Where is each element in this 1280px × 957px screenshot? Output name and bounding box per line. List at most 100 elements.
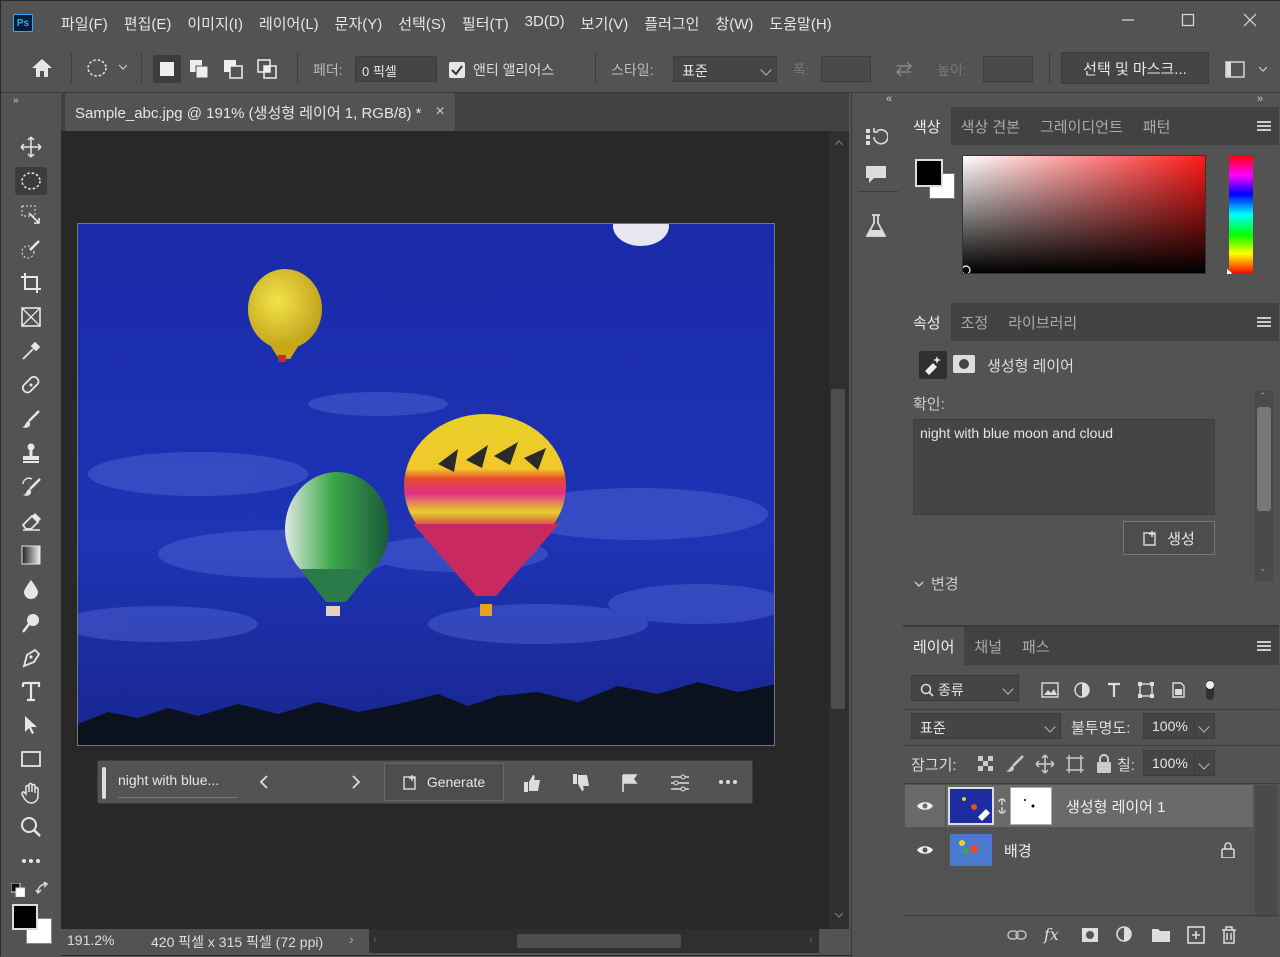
elliptical-marquee-preset-icon[interactable] — [85, 57, 127, 79]
rectangle-tool-icon[interactable] — [15, 745, 47, 773]
collapse-right-panels-icon[interactable]: » — [1257, 93, 1263, 105]
height-input[interactable] — [983, 56, 1033, 82]
frame-tool-icon[interactable] — [15, 303, 47, 331]
vertical-scrollbar[interactable] — [829, 131, 849, 929]
lock-artboard-icon[interactable] — [1065, 754, 1085, 774]
properties-generate-button[interactable]: 생성 — [1123, 521, 1215, 555]
style-select[interactable]: 표준 — [673, 56, 777, 82]
thumbs-down-icon[interactable] — [571, 773, 591, 793]
close-button[interactable] — [1235, 9, 1265, 31]
layer-row-background[interactable]: 배경 — [905, 829, 1253, 871]
lock-all-icon[interactable] — [1095, 754, 1113, 774]
eyedropper-tool-icon[interactable] — [15, 337, 47, 365]
filter-shape-icon[interactable] — [1137, 681, 1155, 699]
eraser-tool-icon[interactable] — [15, 507, 47, 535]
prompt-textarea[interactable]: night with blue moon and cloud — [913, 419, 1215, 515]
close-tab-icon[interactable]: × — [436, 103, 445, 121]
delete-layer-trash-icon[interactable] — [1221, 926, 1237, 944]
workspace-icon[interactable] — [1225, 61, 1267, 79]
menu-item[interactable]: 플러그인 — [636, 13, 707, 34]
brush-tool-icon[interactable] — [15, 405, 47, 433]
history-panel-icon[interactable] — [864, 125, 888, 149]
menu-item[interactable]: 3D(D) — [517, 13, 573, 34]
tab-paths[interactable]: 패스 — [1012, 627, 1060, 665]
clone-stamp-tool-icon[interactable] — [15, 439, 47, 467]
dodge-tool-icon[interactable] — [15, 609, 47, 637]
spot-healing-tool-icon[interactable] — [15, 371, 47, 399]
mask-icon[interactable] — [953, 355, 975, 373]
tab-patterns[interactable]: 패턴 — [1133, 107, 1181, 145]
home-icon[interactable] — [29, 57, 55, 79]
more-options-icon[interactable] — [718, 779, 738, 785]
scroll-down-icon[interactable] — [834, 911, 844, 921]
new-layer-icon[interactable] — [1187, 926, 1205, 944]
zoom-level[interactable]: 191.2% — [67, 932, 114, 948]
elliptical-marquee-tool-icon[interactable] — [15, 167, 47, 195]
crop-tool-icon[interactable] — [15, 269, 47, 297]
quick-selection-tool-icon[interactable] — [15, 235, 47, 263]
menu-item[interactable]: 파일(F) — [53, 13, 116, 34]
filter-pixel-icon[interactable] — [1041, 682, 1059, 698]
link-layers-icon[interactable] — [1007, 928, 1027, 942]
properties-panel-menu-icon[interactable] — [1257, 317, 1271, 329]
layers-panel-menu-icon[interactable] — [1257, 641, 1271, 653]
properties-scrollbar[interactable]: ⌃ ⌄ — [1255, 391, 1273, 581]
new-group-folder-icon[interactable] — [1151, 927, 1171, 943]
menu-item[interactable]: 편집(E) — [116, 13, 180, 34]
select-and-mask-button[interactable]: 선택 및 마스크... — [1061, 52, 1209, 84]
menu-item[interactable]: 이미지(I) — [179, 13, 251, 34]
layer-style-fx-icon[interactable]: fx — [1043, 925, 1065, 945]
hue-slider[interactable] — [1227, 155, 1253, 274]
menu-item[interactable]: 보기(V) — [573, 13, 637, 34]
vertical-scroll-thumb[interactable] — [831, 389, 845, 709]
type-tool-icon[interactable] — [15, 677, 47, 705]
document-tab[interactable]: Sample_abc.jpg @ 191% (생성형 레이어 1, RGB/8)… — [65, 93, 455, 131]
filter-type-icon[interactable] — [1105, 681, 1123, 699]
thumbs-up-icon[interactable] — [522, 773, 542, 793]
blend-mode-select[interactable]: 표준 — [911, 713, 1061, 739]
path-selection-tool-icon[interactable] — [15, 711, 47, 739]
color-panel-menu-icon[interactable] — [1257, 121, 1271, 133]
zoom-tool-icon[interactable] — [15, 813, 47, 841]
tab-layers[interactable]: 레이어 — [903, 627, 965, 665]
menu-item[interactable]: 문자(Y) — [327, 13, 391, 34]
document-info[interactable]: 420 픽셀 x 315 픽셀 (72 ppi) — [151, 932, 323, 952]
pen-tool-icon[interactable] — [15, 643, 47, 671]
scroll-right-icon[interactable]: › — [809, 932, 813, 946]
menu-item[interactable]: 도움말(H) — [761, 13, 839, 34]
more-tools-icon[interactable] — [15, 847, 47, 875]
tab-channels[interactable]: 채널 — [964, 627, 1012, 665]
filter-smart-object-icon[interactable] — [1169, 681, 1187, 699]
tab-adjustments[interactable]: 조정 — [951, 303, 999, 341]
document-image[interactable] — [77, 223, 775, 746]
opacity-input[interactable]: 100% — [1143, 713, 1215, 739]
horizontal-scrollbar[interactable]: ‹ › — [369, 929, 819, 953]
menu-item[interactable]: 창(W) — [707, 13, 761, 34]
maximize-button[interactable] — [1173, 9, 1203, 31]
generate-button[interactable]: Generate — [384, 763, 504, 801]
antialias-checkbox[interactable] — [449, 62, 465, 78]
layer-name-background[interactable]: 배경 — [1004, 840, 1221, 861]
layer-visibility-eye-icon[interactable] — [905, 800, 945, 812]
new-adjustment-layer-icon[interactable] — [1115, 925, 1135, 945]
foreground-color-swatch[interactable] — [12, 904, 38, 930]
tab-gradients[interactable]: 그레이디언트 — [1030, 107, 1133, 145]
status-expand-icon[interactable]: › — [349, 931, 354, 947]
previous-variation-icon[interactable] — [258, 774, 270, 790]
tab-color[interactable]: 색상 — [903, 107, 951, 145]
lock-transparent-pixels-icon[interactable] — [977, 755, 995, 773]
next-variation-icon[interactable] — [350, 774, 362, 790]
move-tool-icon[interactable] — [15, 133, 47, 161]
settings-sliders-icon[interactable] — [670, 773, 690, 793]
filter-adjustment-icon[interactable] — [1073, 681, 1091, 699]
layer-mask-thumbnail[interactable] — [1010, 787, 1052, 825]
comments-panel-icon[interactable] — [864, 163, 888, 187]
layer-name-generative[interactable]: 생성형 레이어 1 — [1066, 796, 1165, 817]
history-brush-tool-icon[interactable] — [15, 473, 47, 501]
filter-toggle-icon[interactable] — [1201, 679, 1219, 701]
menu-item[interactable]: 필터(T) — [454, 13, 517, 34]
add-to-selection-icon[interactable] — [189, 59, 211, 79]
collapse-toolbar-icon[interactable]: » — [13, 95, 19, 106]
menu-item[interactable]: 선택(S) — [390, 13, 454, 34]
gradient-tool-icon[interactable] — [15, 541, 47, 569]
